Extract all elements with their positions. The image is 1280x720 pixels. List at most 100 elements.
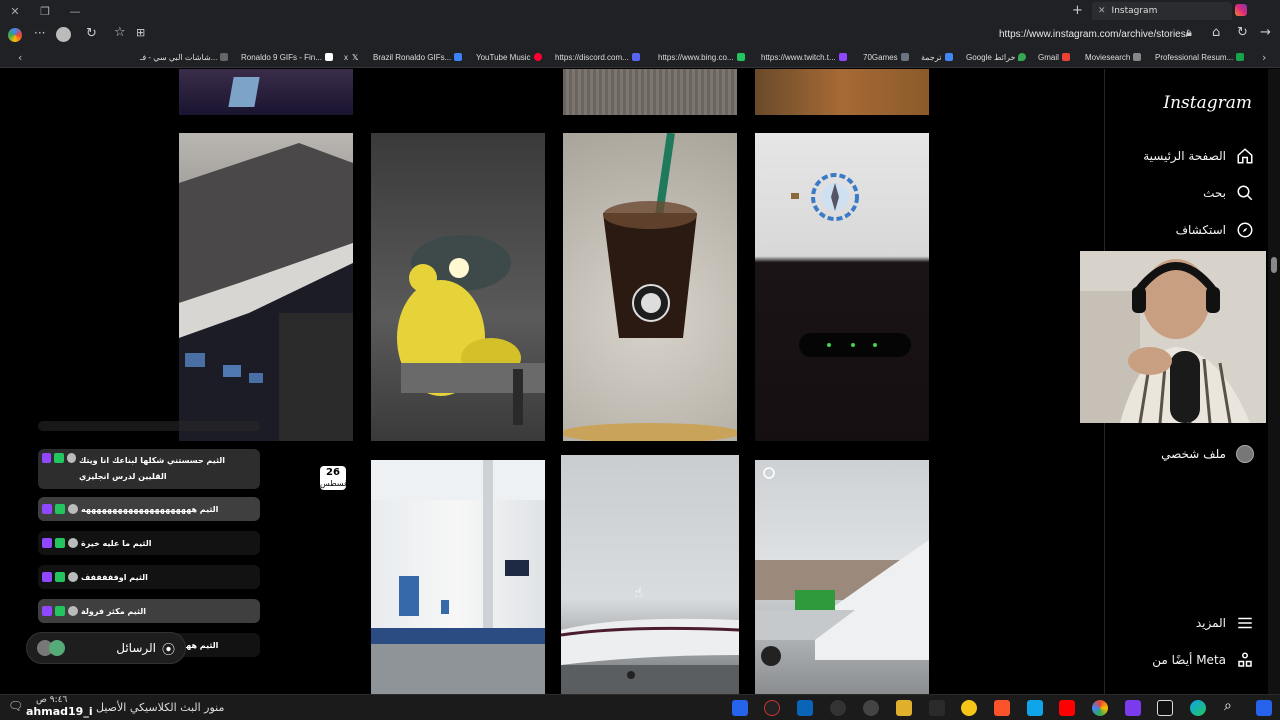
meta-apps-icon (1238, 652, 1252, 667)
date-day: 26 (326, 467, 340, 478)
gmail-icon (1061, 53, 1070, 61)
verified-badge-icon (55, 606, 65, 616)
edge-icon[interactable] (1190, 700, 1206, 716)
refresh-icon[interactable]: ↻ (86, 26, 97, 41)
bookmark-item[interactable]: Ronaldo 9 GIFs - Fin... (241, 53, 333, 62)
bookmark-item[interactable]: 70Games (863, 53, 909, 62)
archive-story-thumbnail[interactable] (179, 69, 353, 115)
bookmark-item[interactable]: https://www.bing.co... (658, 53, 745, 62)
page-scrollbar[interactable] (1268, 69, 1280, 694)
bookmark-item[interactable]: x𝕏 (344, 53, 358, 62)
archive-story-plane-cabin[interactable] (179, 133, 353, 441)
bookmark-item[interactable]: Gmail (1038, 53, 1070, 62)
user-badge-icon (68, 606, 78, 616)
restore-window-icon[interactable]: ❐ (30, 0, 60, 22)
epic-games-icon[interactable] (929, 700, 945, 716)
instagram-logo[interactable]: Instagram (1163, 93, 1252, 113)
bookmarks-forward-icon[interactable]: › (1262, 51, 1266, 64)
verified-badge-icon (55, 572, 65, 582)
archive-story-flight-map[interactable] (755, 133, 929, 441)
chat-message: الثيم هههههههههههههههههههههه (38, 497, 260, 521)
chat-app-icon[interactable] (961, 700, 977, 716)
url-field[interactable]: https://www.instagram.com/archive/storie… (999, 29, 1189, 40)
close-window-icon[interactable]: ✕ (0, 0, 30, 22)
profile-icon[interactable] (56, 27, 71, 42)
bookmark-item[interactable]: شاشات البي سي - فـ... (140, 53, 229, 62)
webcam-person-illustration (1080, 251, 1266, 423)
bookmark-item[interactable]: YouTube Music (476, 53, 542, 62)
tab-actions-icon[interactable]: ⊞ (136, 26, 145, 39)
sidebar-item-profile[interactable]: ملف شخصي (1161, 442, 1254, 466)
messenger-icon: ⦿ (161, 642, 175, 658)
search-taskbar-icon[interactable]: ⌕ (1224, 698, 1232, 714)
bookmark-favicon-icon (324, 53, 333, 61)
sidebar-item-explore[interactable]: استكشاف (1176, 218, 1254, 242)
bookmarks-back-icon[interactable]: ‹ (18, 51, 22, 64)
chrome-icon[interactable] (1092, 700, 1108, 716)
sidebar-item-search[interactable]: بحث (1203, 181, 1254, 205)
media-app-icon[interactable] (863, 700, 879, 716)
verified-badge-icon (55, 538, 65, 548)
bookmark-item[interactable]: Brazil Ronaldo GIFs... (373, 53, 463, 62)
date-month: أغسطس (320, 479, 351, 488)
sidebar-item-home[interactable]: الصفحة الرئيسية (1143, 144, 1254, 168)
bookmark-favicon-icon (1133, 53, 1142, 61)
twitch-icon (838, 53, 847, 61)
react-app-icon[interactable] (830, 700, 846, 716)
file-explorer-icon[interactable] (896, 700, 912, 716)
reload-icon[interactable]: ↻ (1237, 25, 1248, 40)
bookmark-item[interactable]: Professional Resum... (1155, 53, 1245, 62)
archive-story-yellow-bear[interactable] (371, 133, 545, 441)
archive-story-thumbnail[interactable] (755, 69, 929, 115)
home-button-icon[interactable]: ⌂ (1212, 25, 1220, 40)
obs-icon[interactable] (764, 700, 780, 716)
bookmark-favicon-icon (1236, 53, 1245, 61)
youtube-icon[interactable] (1059, 700, 1075, 716)
tab-instagram[interactable]: ✕ Instagram (1092, 2, 1232, 20)
bing-icon (736, 53, 745, 61)
new-tab-icon[interactable]: + (1072, 3, 1083, 18)
forward-arrow-icon[interactable]: → (1260, 25, 1271, 40)
stream-ticker: منور البث الكلاسيكي الأصيل (96, 701, 225, 714)
notifications-icon[interactable]: 🗨︎ (8, 699, 23, 713)
sidebar-item-label: المزيد (1195, 616, 1226, 630)
store-icon[interactable] (1027, 700, 1043, 716)
bookmark-item[interactable]: Moviesearch (1085, 53, 1142, 62)
verified-badge-icon (55, 504, 65, 514)
outlook-icon[interactable] (797, 700, 813, 716)
close-tab-icon[interactable]: ✕ (1098, 6, 1106, 16)
twitch-badge-icon (42, 453, 52, 463)
task-view-icon[interactable] (732, 700, 748, 716)
site-info-icon[interactable]: 🔒︎ (1186, 26, 1192, 40)
bookmark-item[interactable]: https://www.twitch.t... (761, 53, 847, 62)
game-app-icon[interactable] (1125, 700, 1141, 716)
plane-tarmac-illustration (561, 618, 739, 694)
archive-story-thumbnail[interactable] (563, 69, 737, 115)
sidebar-item-meta[interactable]: أيضًا من Meta (1152, 648, 1254, 672)
chat-message: الثيم حسستني شكلها لبناعك انا ويتك القلي… (38, 449, 260, 489)
archive-story-plane-tarmac[interactable] (561, 455, 739, 694)
archive-story-gate-hall[interactable] (371, 460, 545, 694)
more-options-icon[interactable]: ··· (34, 26, 45, 40)
archive-story-plane-wing[interactable] (755, 460, 929, 694)
taskbar: 🗨︎ ٩:٤٦ ص ahmad19_i منور البث الكلاسيكي … (0, 694, 1280, 720)
tiktok-icon[interactable] (1157, 700, 1173, 716)
bookmark-item[interactable]: ترجمة (921, 53, 953, 62)
favorite-star-icon[interactable]: ☆ (114, 25, 126, 40)
chat-message: الثيم مكثر فرولة (38, 599, 260, 623)
chat-message-text: الثيم مكثر فرولة (81, 606, 147, 616)
scrollbar-thumb[interactable] (1271, 257, 1277, 273)
messages-button[interactable]: الرسائل ⦿ (26, 632, 186, 664)
sidebar-item-more[interactable]: المزيد (1196, 611, 1254, 635)
copilot-icon[interactable] (8, 28, 22, 42)
stream-username: ahmad19_i (26, 705, 93, 718)
minimize-window-icon[interactable]: — (60, 0, 90, 22)
window-light-shape (228, 77, 260, 107)
windows-start-icon[interactable] (1256, 700, 1272, 716)
verified-badge-icon (54, 453, 64, 463)
archive-story-iced-coffee[interactable] (563, 133, 737, 441)
brave-icon[interactable] (994, 700, 1010, 716)
games-icon (900, 53, 909, 61)
bookmark-item[interactable]: Google خرائط (966, 53, 1027, 62)
bookmark-item[interactable]: https://discord.com... (555, 53, 640, 62)
